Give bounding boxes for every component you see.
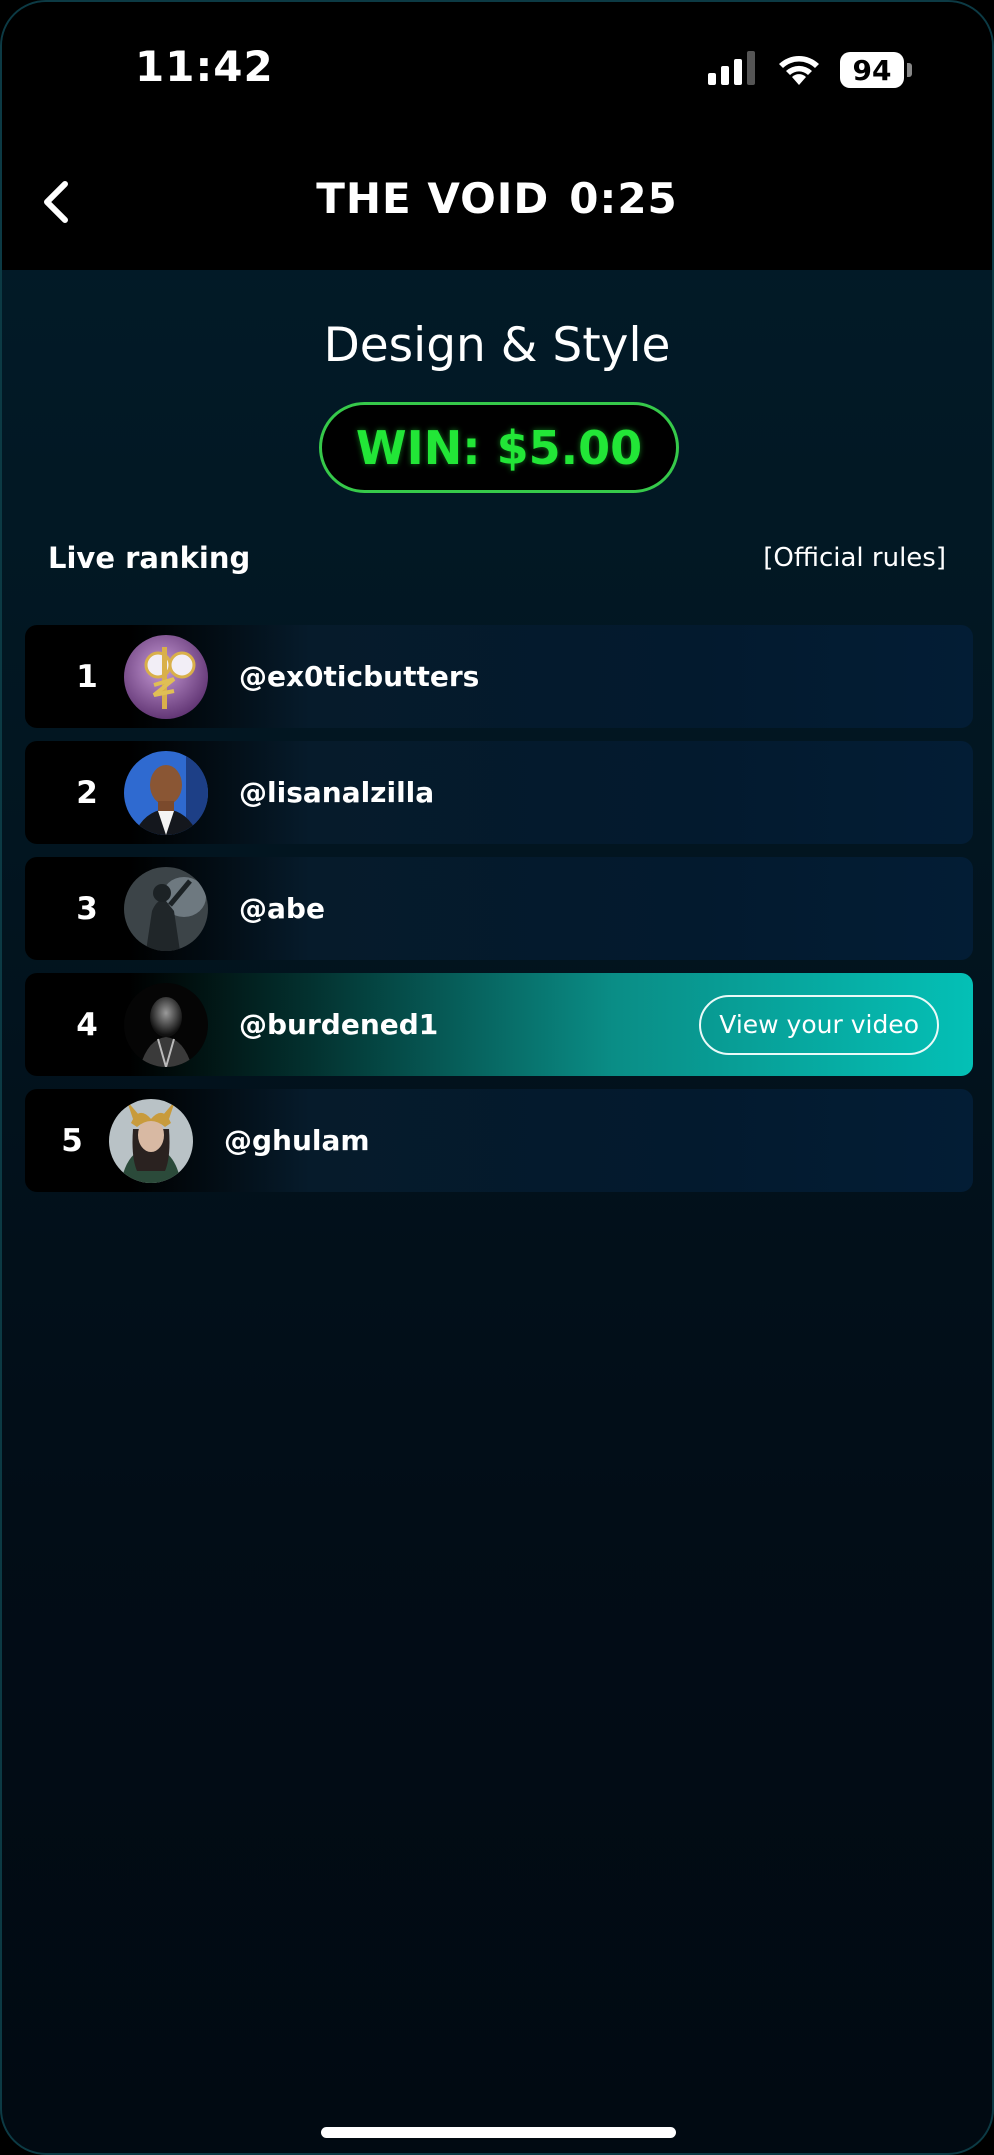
view-your-video-button[interactable]: View your video — [699, 994, 939, 1055]
avatar — [124, 634, 208, 719]
avatar — [124, 750, 208, 835]
ranking-row[interactable]: 3 @abe — [25, 857, 973, 960]
app-screen: 11:42 94 THE VOID 0:25 Design & Style WI… — [0, 0, 994, 2155]
ranking-label: Live ranking — [48, 541, 251, 575]
avatar — [124, 866, 208, 951]
countdown-timer: 0:25 — [569, 174, 678, 223]
username: @lisanalzilla — [239, 776, 435, 809]
username: @ghulam — [224, 1124, 370, 1157]
status-icons: 94 — [708, 50, 912, 90]
rank-number: 3 — [76, 890, 98, 927]
avatar — [109, 1098, 193, 1183]
username: @burdened1 — [239, 1008, 439, 1041]
rank-number: 4 — [76, 1006, 98, 1043]
header-bar: 11:42 94 THE VOID 0:25 — [2, 2, 992, 270]
ranking-row[interactable]: 1 @ex0ticbutters — [25, 625, 973, 728]
battery-level: 94 — [852, 53, 892, 87]
signal-icon — [708, 51, 758, 89]
ranking-row[interactable]: 5 @ghulam — [25, 1089, 973, 1192]
ranking-row-current-user[interactable]: 4 @burdened1 View your video — [25, 973, 973, 1076]
ranking-list: 1 @ex0ticbutters 2 @lisanalzilla 3 @abe … — [25, 625, 973, 1205]
battery-icon: 94 — [840, 52, 912, 88]
official-rules-link[interactable]: [Official rules] — [763, 543, 946, 573]
contest-title: Design & Style — [323, 318, 671, 373]
page-title: THE VOID 0:25 — [2, 174, 992, 223]
avatar — [124, 982, 208, 1067]
rank-number: 5 — [61, 1122, 83, 1159]
page-title-text: THE VOID — [316, 174, 550, 223]
username: @ex0ticbutters — [239, 660, 480, 693]
wifi-icon — [776, 51, 822, 89]
ranking-row[interactable]: 2 @lisanalzilla — [25, 741, 973, 844]
status-time: 11:42 — [135, 42, 274, 91]
rank-number: 1 — [76, 658, 98, 695]
rank-number: 2 — [76, 774, 98, 811]
username: @abe — [239, 892, 325, 925]
prize-badge: WIN: $5.00 — [319, 402, 679, 493]
home-indicator[interactable] — [321, 2127, 676, 2138]
